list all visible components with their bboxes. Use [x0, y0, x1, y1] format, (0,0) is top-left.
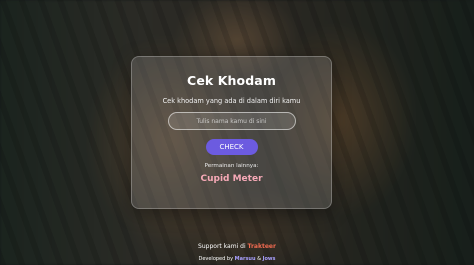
trakteer-link[interactable]: Trakteer: [248, 243, 276, 250]
footer-support: Support kami di Trakteer: [0, 243, 474, 250]
footer-support-text: Support kami di: [198, 243, 248, 250]
check-button[interactable]: CHECK: [205, 139, 258, 155]
developer-link-marsuu[interactable]: Marsuu: [235, 256, 256, 262]
developer-link-jows[interactable]: Jows: [263, 256, 276, 262]
footer-dev-amp: &: [255, 256, 263, 262]
page-title: Cek Khodam: [187, 73, 276, 88]
name-input[interactable]: [167, 112, 296, 130]
khodam-card: Cek Khodam Cek khodam yang ada di dalam …: [131, 56, 332, 209]
other-games-label: Permainan lainnya:: [204, 163, 259, 169]
footer-developers: Developed by Marsuu & Jows: [0, 256, 474, 262]
card-subtitle: Cek khodam yang ada di dalam diri kamu: [162, 97, 301, 105]
cupid-meter-link[interactable]: Cupid Meter: [200, 174, 262, 184]
footer-dev-text: Developed by: [198, 256, 235, 262]
